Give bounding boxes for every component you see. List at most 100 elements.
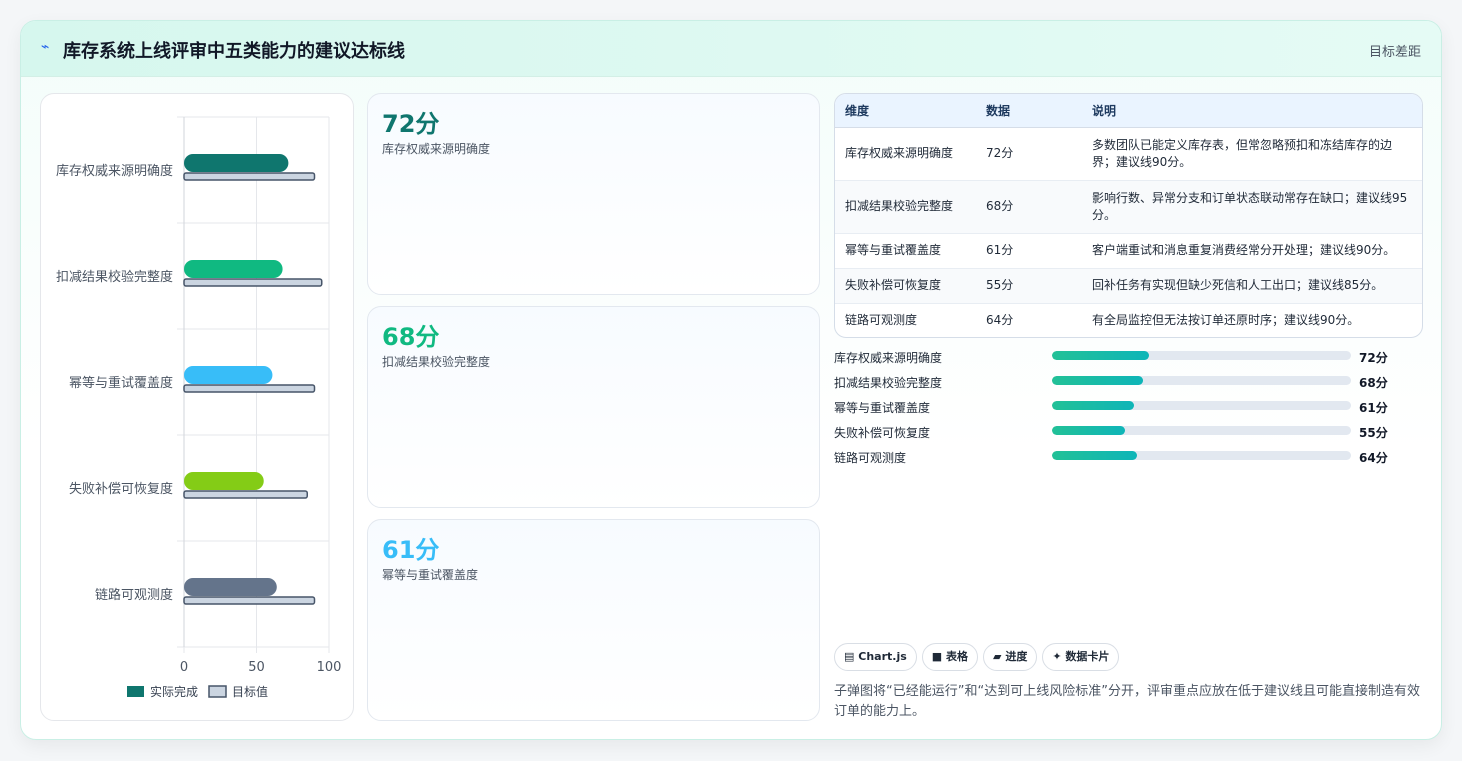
score-label: 幂等与重试覆盖度 [382, 568, 479, 582]
footnote: 子弹图将“已经能运行”和“达到可上线风险标准”分开，评审重点应放在低于建议线且可… [834, 684, 1420, 719]
category-label: 失败补偿可恢复度 [69, 481, 173, 497]
progress-track [1052, 401, 1351, 410]
data-table: 维度 数据 说明 库存权威来源明确度 72分 多数团队已能定义库存表，但常忽略预… [834, 93, 1423, 338]
dashboard-panel: ⌁ 库存系统上线评审中五类能力的建议达标线 目标差距 库存权威来源明确度 扣减结果… [20, 20, 1442, 740]
target-bar [183, 490, 308, 499]
progress-label: 失败补偿可恢复度 [834, 426, 931, 440]
chip-label: Chart.js [858, 650, 907, 663]
legend-swatch-actual [127, 686, 144, 697]
table-cell-note: 有全局监控但无法按订单还原时序；建议线90分。 [1092, 313, 1360, 328]
category-label: 库存权威来源明确度 [56, 163, 173, 179]
x-tick-label: 0 [180, 660, 188, 675]
score-card: 61分幂等与重试覆盖度 [367, 519, 820, 721]
chip-[interactable]: ▰ 进度 [983, 643, 1038, 671]
table-row: 链路可观测度 64分 有全局监控但无法按订单还原时序；建议线90分。 [835, 303, 1422, 337]
score-card: 68分扣减结果校验完整度 [367, 306, 820, 508]
legend-label: 目标值 [232, 684, 268, 699]
progress-label: 库存权威来源明确度 [834, 351, 943, 365]
progress-fill [1052, 376, 1144, 385]
target-bar [183, 172, 316, 181]
target-gap-link[interactable]: 目标差距 [1369, 41, 1421, 60]
table-header-cell: 维度 [835, 94, 976, 128]
score-value: 61分 [382, 536, 440, 564]
progress-value: 68分 [1359, 376, 1388, 390]
table-cell-value: 72分 [976, 127, 1082, 181]
chart-icon: ▤ [844, 650, 855, 663]
progress-value: 64分 [1359, 451, 1388, 465]
legend-label: 实际完成 [150, 684, 198, 699]
progress-value: 72分 [1359, 351, 1388, 365]
progress-row: 扣减结果校验完整度 68分 [834, 374, 1394, 399]
progress-row: 链路可观测度 64分 [834, 449, 1394, 474]
legend-swatch-target [208, 685, 227, 698]
x-tick-label: 50 [248, 660, 265, 675]
table-cell-value: 64分 [986, 313, 1014, 328]
progress-track [1052, 451, 1351, 460]
actual-bar [184, 154, 289, 172]
actual-bar [184, 260, 283, 278]
chip-label: 进度 [1005, 650, 1028, 663]
target-bar [183, 278, 323, 287]
progress-icon: ▰ [993, 650, 1002, 663]
progress-row: 幂等与重试覆盖度 61分 [834, 399, 1394, 424]
chip-group: ▤ Chart.js ■ 表格 ▰ 进度 ✦ 数据卡片 [834, 643, 1124, 673]
bullet-chart-card: 库存权威来源明确度 扣减结果校验完整度幂等与重试覆盖度 失败补偿可恢复度链路可观测度… [40, 93, 354, 721]
table-header-cell: 说明 [1082, 94, 1422, 128]
actual-bar [184, 578, 277, 596]
table-row: 幂等与重试覆盖度 61分 客户端重试和消息重复消费经常分开处理；建议线90分。 [835, 233, 1422, 269]
page-title: 库存系统上线评审中五类能力的建议达标线 [63, 41, 405, 62]
score-label: 扣减结果校验完整度 [382, 355, 491, 369]
table-cell-dimension: 扣减结果校验完整度 [835, 180, 976, 234]
table-header-row: 维度 数据 说明 [835, 94, 1422, 128]
score-value: 72分 [382, 110, 440, 138]
progress-track [1052, 426, 1351, 435]
table-cell-note: 客户端重试和消息重复消费经常分开处理；建议线90分。 [1082, 233, 1422, 269]
category-label: 扣减结果校验完整度 [56, 269, 173, 285]
progress-fill [1052, 401, 1135, 410]
chip-chart-js[interactable]: ▤ Chart.js [834, 643, 917, 671]
progress-row: 失败补偿可恢复度 55分 [834, 424, 1394, 449]
progress-label: 扣减结果校验完整度 [834, 376, 943, 390]
progress-label: 链路可观测度 [834, 451, 907, 465]
chip-[interactable]: ✦ 数据卡片 [1042, 643, 1120, 671]
table-cell-dimension: 链路可观测度 [845, 313, 918, 328]
score-label: 库存权威来源明确度 [382, 142, 491, 156]
header: ⌁ 库存系统上线评审中五类能力的建议达标线 目标差距 [21, 21, 1441, 77]
lightning-icon: ⌁ [41, 39, 50, 55]
score-value: 68分 [382, 323, 440, 351]
table-cell-note: 影响行数、异常分支和订单状态联动常存在缺口；建议线95分。 [1082, 180, 1422, 234]
actual-bar [184, 366, 273, 384]
table-row: 扣减结果校验完整度 68分 影响行数、异常分支和订单状态联动常存在缺口；建议线9… [835, 180, 1422, 234]
progress-fill [1052, 451, 1138, 460]
x-tick-label: 100 [317, 660, 342, 675]
target-bar [183, 596, 316, 605]
table-header-cell: 数据 [976, 94, 1082, 128]
table-row: 库存权威来源明确度 72分 多数团队已能定义库存表，但常忽略预扣和冻结库存的边界… [835, 127, 1422, 181]
progress-track [1052, 351, 1351, 360]
progress-label: 幂等与重试覆盖度 [834, 401, 931, 415]
progress-row: 库存权威来源明确度 72分 [834, 349, 1394, 374]
progress-track [1052, 376, 1351, 385]
progress-value: 61分 [1359, 401, 1388, 415]
progress-fill [1052, 351, 1150, 360]
table-row: 失败补偿可恢复度 55分 回补任务有实现但缺少死信和人工出口；建议线85分。 [835, 268, 1422, 304]
progress-fill [1052, 426, 1126, 435]
target-bar [183, 384, 316, 393]
chip-label: 数据卡片 [1065, 650, 1110, 663]
table-cell-dimension: 幂等与重试覆盖度 [835, 233, 976, 269]
table-cell-value: 61分 [976, 233, 1082, 269]
progress-list: 库存权威来源明确度 72分扣减结果校验完整度 68分幂等与重试覆盖度 61分失败补偿可… [834, 349, 1394, 474]
table-cell-value: 55分 [976, 268, 1082, 304]
category-label: 幂等与重试覆盖度 [69, 375, 173, 391]
table-cell-dimension: 失败补偿可恢复度 [835, 268, 976, 304]
category-label: 链路可观测度 [95, 587, 173, 603]
table-icon: ■ [931, 650, 943, 663]
chip-[interactable]: ■ 表格 [921, 643, 979, 671]
bullet-chart: 库存权威来源明确度扣减结果校验完整度幂等与重试覆盖度失败补偿可恢复度链路可观测度… [56, 116, 342, 699]
sparkle-icon: ✦ [1052, 650, 1062, 663]
table-cell-dimension: 库存权威来源明确度 [835, 127, 976, 181]
chip-label: 表格 [946, 650, 969, 663]
table-cell-value: 68分 [976, 180, 1082, 234]
table-cell-note: 回补任务有实现但缺少死信和人工出口；建议线85分。 [1082, 268, 1422, 304]
actual-bar [184, 472, 264, 490]
